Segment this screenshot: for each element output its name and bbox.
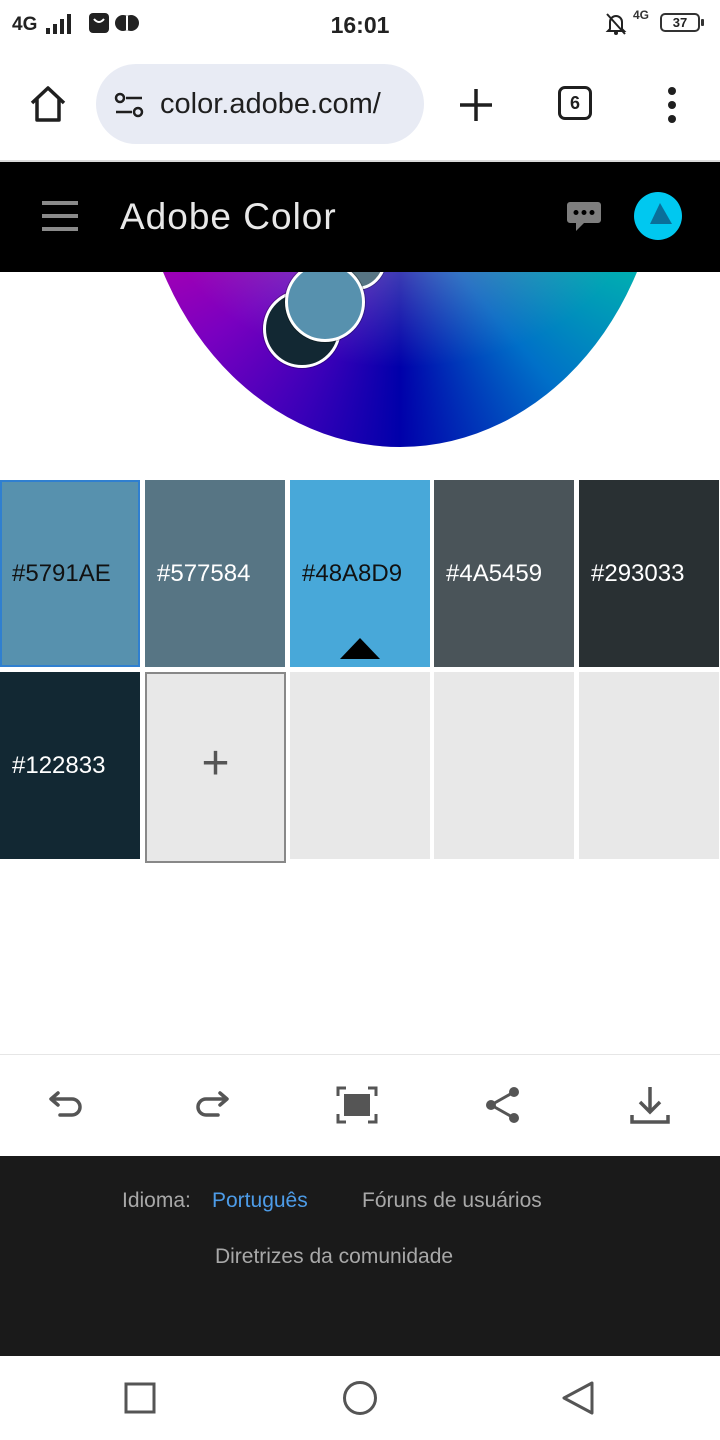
new-tab-icon[interactable]: [458, 87, 494, 123]
active-swatch-indicator: [340, 638, 380, 659]
action-toolbar: [0, 1054, 720, 1157]
status-bar: 4G 16:01 4G 37: [0, 0, 720, 50]
network-indicator-secondary: 4G: [633, 8, 650, 22]
share-icon[interactable]: [484, 1085, 522, 1125]
home-button-icon[interactable]: [342, 1380, 378, 1416]
hex-code[interactable]: #577584: [157, 560, 250, 588]
chat-feedback-icon[interactable]: [566, 200, 602, 234]
color-wheel-area: [0, 272, 720, 477]
forums-link[interactable]: Fóruns de usuários: [362, 1189, 542, 1213]
color-swatch[interactable]: #4A5459: [434, 480, 574, 667]
redo-icon[interactable]: [194, 1089, 230, 1119]
home-icon[interactable]: [28, 84, 68, 124]
hex-code[interactable]: #48A8D9: [302, 560, 402, 588]
hex-code[interactable]: #5791AE: [12, 560, 111, 588]
hex-code[interactable]: #4A5459: [446, 560, 542, 588]
hamburger-menu-icon[interactable]: [42, 200, 78, 232]
url-text[interactable]: color.adobe.com/: [160, 88, 418, 121]
download-icon[interactable]: [630, 1085, 670, 1125]
hex-code[interactable]: #293033: [591, 560, 684, 588]
bell-muted-icon: [605, 13, 627, 35]
language-label: Idioma:: [122, 1189, 191, 1212]
color-swatch[interactable]: #5791AE: [0, 480, 140, 667]
site-settings-icon[interactable]: [114, 92, 144, 118]
color-swatch[interactable]: #577584: [145, 480, 285, 667]
language-selector[interactable]: Português: [212, 1189, 308, 1213]
address-bar[interactable]: color.adobe.com/: [96, 64, 424, 144]
add-swatch-button[interactable]: +: [145, 672, 286, 863]
tab-switcher-button[interactable]: 6: [558, 86, 592, 120]
recents-button-icon[interactable]: [124, 1382, 156, 1414]
battery-indicator: 37: [660, 13, 704, 32]
back-button-icon[interactable]: [560, 1380, 596, 1416]
more-options-icon[interactable]: [664, 86, 680, 124]
community-guidelines-link[interactable]: Diretrizes da comunidade: [0, 1245, 668, 1269]
empty-swatch: [290, 672, 430, 859]
color-swatch-active[interactable]: #48A8D9: [290, 480, 430, 667]
plus-label: +: [201, 737, 230, 790]
empty-swatch: [579, 672, 719, 859]
color-swatch[interactable]: #293033: [579, 480, 719, 667]
fullscreen-icon[interactable]: [336, 1086, 378, 1124]
color-wheel[interactable]: [136, 272, 664, 447]
system-nav-bar: [0, 1356, 720, 1440]
undo-icon[interactable]: [48, 1089, 84, 1119]
page-footer: Idioma: Português Fóruns de usuários Dir…: [0, 1156, 720, 1356]
browser-toolbar: color.adobe.com/ 6: [0, 50, 720, 160]
user-avatar[interactable]: [632, 190, 684, 242]
hex-code[interactable]: #122833: [12, 752, 105, 780]
app-header: Adobe Color: [0, 162, 720, 272]
color-swatch[interactable]: #122833: [0, 672, 140, 859]
app-title[interactable]: Adobe Color: [120, 196, 337, 238]
empty-swatch: [434, 672, 574, 859]
